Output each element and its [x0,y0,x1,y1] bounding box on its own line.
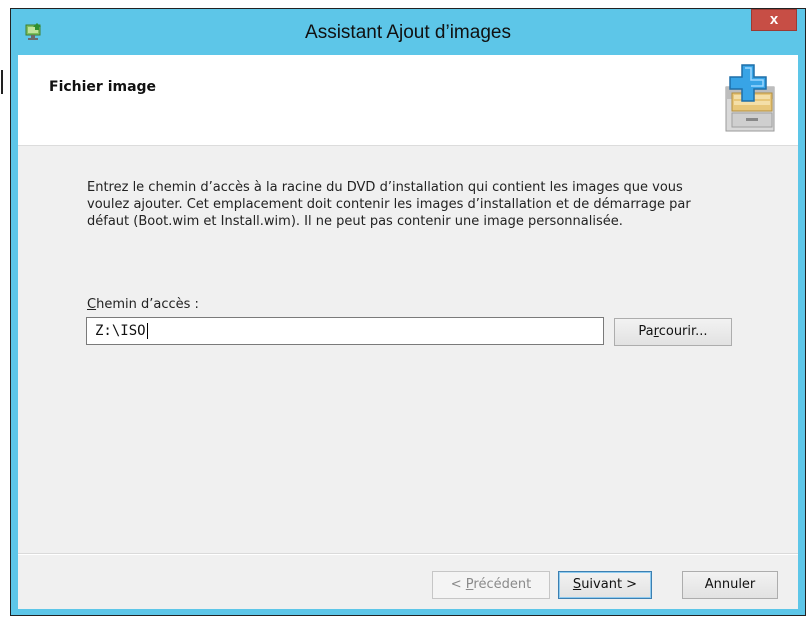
wizard-window: Assistant Ajout d’images x Fichier image… [10,8,806,616]
title-bar[interactable]: Assistant Ajout d’images x [11,9,805,55]
instructions-text: Entrez le chemin d’accès à la racine du … [87,180,691,229]
text-caret [146,323,148,339]
cancel-button[interactable]: Annuler [682,571,778,599]
previous-button[interactable]: < Précédent [432,571,550,599]
path-label-text: hemin d’accès : [96,297,199,312]
window-title: Assistant Ajout d’images [305,22,511,43]
wizard-client-area: Fichier image Entrez le chemin d’accès à… [18,55,798,609]
footer-divider-highlight [18,554,798,555]
previous-label-end: récédent [473,577,532,592]
close-button[interactable]: x [751,9,797,31]
path-input-value: Z:\ISO [95,323,146,339]
wizard-header: Fichier image [18,55,798,146]
browse-label-start: Pa [638,324,654,339]
next-button[interactable]: Suivant > [558,571,652,599]
file-cabinet-add-icon [725,64,775,132]
path-input[interactable]: Z:\ISO [86,317,604,345]
edge-marker [1,70,3,94]
browse-label-end: courir... [658,324,708,339]
path-label: Chemin d’accès : [87,297,199,312]
next-label-end: uivant > [581,577,638,592]
path-label-accelerator: C [87,297,97,312]
background-edge [0,0,6,621]
page-title: Fichier image [49,79,157,95]
browse-button[interactable]: Parcourir... [614,318,732,346]
next-label-accelerator: S [572,577,582,592]
previous-label-start: < [450,577,466,592]
